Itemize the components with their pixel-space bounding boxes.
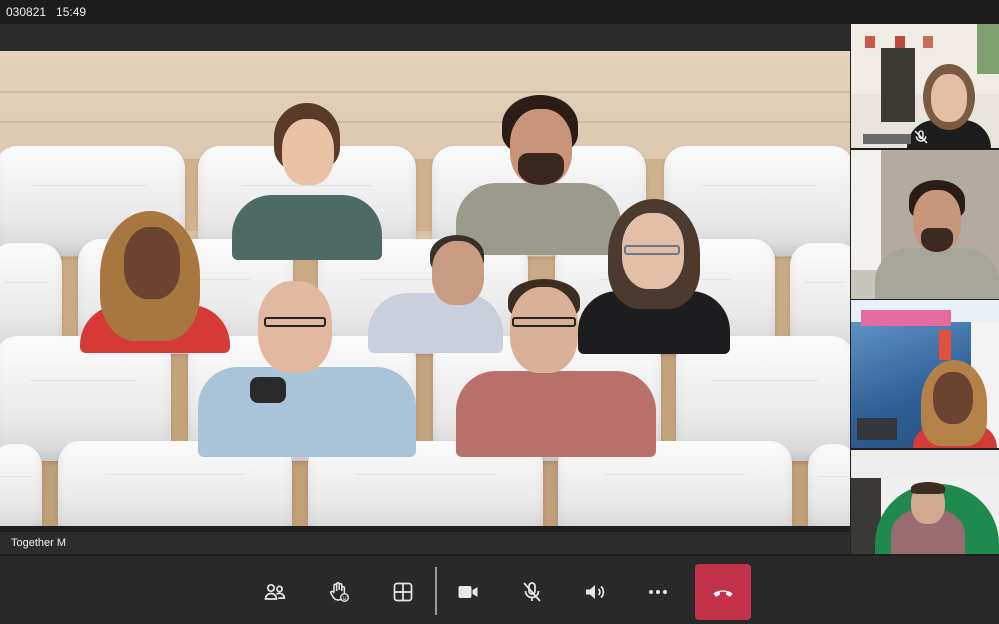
more-options-icon: [649, 590, 667, 594]
seat: [808, 444, 850, 526]
together-mode-stage: [0, 51, 850, 526]
view-mode-label: Together M: [11, 537, 67, 549]
view-layout-button[interactable]: [375, 564, 431, 620]
more-options-button[interactable]: [630, 564, 686, 620]
participant-avatar: [232, 103, 382, 260]
seat: [0, 444, 42, 526]
video-camera-icon: [458, 586, 478, 598]
participant-avatar: [198, 277, 416, 457]
raise-hand-icon: [330, 582, 349, 602]
participant-avatar: [456, 279, 656, 457]
status-bar: 030821 15:49: [0, 0, 999, 24]
microphone-muted-icon: [913, 129, 929, 145]
camera-toggle-button[interactable]: [440, 564, 496, 620]
stage-top-band: [0, 24, 850, 51]
clock: 15:49: [56, 5, 87, 19]
grid-view-icon: [393, 582, 413, 602]
reactions-button[interactable]: [311, 564, 367, 620]
toolbar-divider: [435, 567, 437, 615]
speaker-icon: [586, 585, 605, 599]
participant-tile-2[interactable]: [851, 150, 999, 299]
participant-tile-3[interactable]: [851, 300, 999, 448]
participants-button[interactable]: [247, 564, 303, 620]
speaker-button[interactable]: [567, 564, 623, 620]
meeting-code: 030821: [6, 5, 47, 19]
call-controls-bar: [0, 556, 999, 624]
people-icon: [264, 583, 286, 600]
microphone-muted-icon: [523, 582, 541, 602]
view-mode-label-bar: Together M: [0, 532, 850, 554]
microphone-toggle-button[interactable]: [504, 564, 560, 620]
hang-up-button[interactable]: [695, 564, 751, 620]
participant-tile-4[interactable]: [851, 450, 999, 554]
participant-tile-1[interactable]: [851, 24, 999, 148]
hang-up-icon: [713, 590, 733, 597]
